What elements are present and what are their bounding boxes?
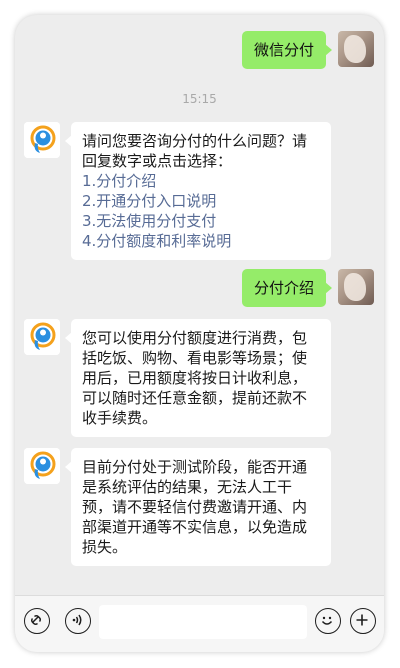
option-link-intro[interactable]: 1.分付介绍 <box>82 171 320 191</box>
voice-icon[interactable] <box>65 608 91 634</box>
message-line: 预，请不要轻信付费邀请开通、内 <box>82 498 308 516</box>
message-text: 分付介绍 <box>253 279 314 297</box>
message-input[interactable] <box>99 605 307 639</box>
message-line: 收手续费。 <box>82 409 158 427</box>
assistant-menu-bubble: 请问您要咨询分付的什么问题？请 回复数字或点击选择： 1.分付介绍 2.开通分付… <box>65 122 331 260</box>
assistant-logo-icon <box>24 122 60 158</box>
message-line: 目前分付处于测试阶段，能否开通 <box>82 458 308 476</box>
emoji-icon[interactable] <box>315 608 341 634</box>
link-icon[interactable] <box>24 608 50 634</box>
message-line: 您可以使用分付额度进行消费，包 <box>82 329 308 347</box>
message-line: 是系统评估的结果，无法人工干 <box>82 478 293 496</box>
service-avatar[interactable] <box>24 319 60 355</box>
my-message-bubble[interactable]: 分付介绍 <box>242 269 332 307</box>
my-avatar[interactable] <box>338 269 374 305</box>
message-line: 括吃饭、购物、看电影等场景；使 <box>82 349 308 367</box>
message-line: 请问您要咨询分付的什么问题？请 <box>82 132 308 150</box>
option-link-limit-rate[interactable]: 4.分付额度和利率说明 <box>82 231 320 251</box>
chat-screen: 微信分付 15:15 请问您要咨询分付的什么问题？请 回复数字或点击选择： 1.… <box>15 15 384 652</box>
message-line: 部渠道开通等不实信息，以免造成 <box>82 518 308 536</box>
service-avatar[interactable] <box>24 122 60 158</box>
plus-icon[interactable] <box>350 608 376 634</box>
option-link-entry[interactable]: 2.开通分付入口说明 <box>82 191 320 211</box>
assistant-logo-icon <box>24 319 60 355</box>
message-line: 回复数字或点击选择： <box>82 152 233 170</box>
message-text: 微信分付 <box>253 41 314 59</box>
assistant-message-bubble: 目前分付处于测试阶段，能否开通 是系统评估的结果，无法人工干 预，请不要轻信付费… <box>65 448 331 566</box>
message-timestamp: 15:15 <box>182 92 217 106</box>
assistant-message-bubble: 您可以使用分付额度进行消费，包 括吃饭、购物、看电影等场景；使 用后，已用额度将… <box>65 319 331 437</box>
service-avatar[interactable] <box>24 448 60 484</box>
assistant-logo-icon <box>24 448 60 484</box>
my-avatar[interactable] <box>338 31 374 67</box>
message-line: 损失。 <box>82 538 128 556</box>
message-line: 用后，已用额度将按日计收利息， <box>82 369 308 387</box>
chat-input-bar <box>15 595 384 652</box>
my-message-bubble[interactable]: 微信分付 <box>242 31 332 69</box>
option-link-unavailable[interactable]: 3.无法使用分付支付 <box>82 211 320 231</box>
message-line: 可以随时还任意金额，提前还款不 <box>82 389 308 407</box>
